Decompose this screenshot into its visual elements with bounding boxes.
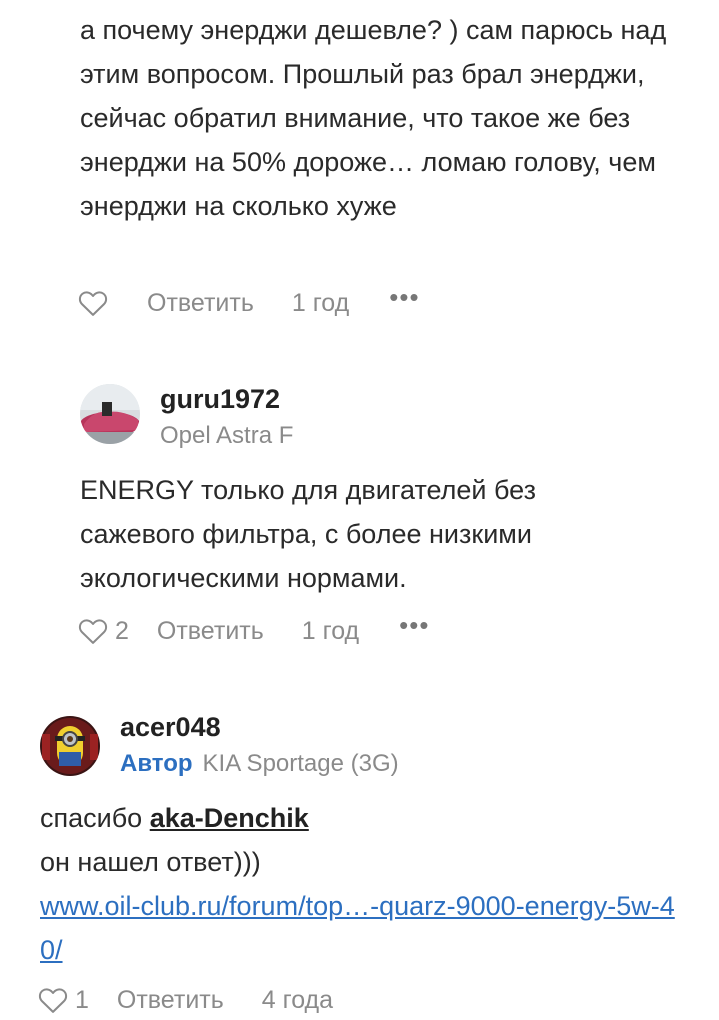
username[interactable]: guru1972 [160, 383, 293, 415]
avatar[interactable] [80, 384, 140, 444]
reply-button[interactable]: Ответить [147, 289, 254, 318]
comment-header: guru1972 Opel Astra F [80, 384, 293, 452]
heart-outline-icon [78, 291, 108, 316]
like-count: 1 [75, 985, 89, 1014]
more-dots-icon[interactable]: ••• [389, 284, 419, 310]
forum-link[interactable]: www.oil-club.ru/forum/top…-quarz-9000-en… [40, 891, 675, 965]
username[interactable]: acer048 [120, 711, 399, 743]
comment-meta: Автор KIA Sportage (3G) [120, 748, 399, 780]
like-button[interactable]: 1 [38, 986, 89, 1015]
comment-actions: Ответить 1 год ••• [78, 283, 420, 323]
user-mention-link[interactable]: aka-Denchik [150, 803, 309, 833]
comment-header: acer048 Автор KIA Sportage (3G) [40, 712, 399, 780]
reply-button[interactable]: Ответить [117, 986, 224, 1015]
comment-actions: 1 Ответить 4 года [38, 980, 333, 1020]
heart-outline-icon [78, 619, 108, 644]
author-badge: Автор [120, 750, 193, 777]
text-prefix: спасибо [40, 803, 143, 833]
reply-button[interactable]: Ответить [157, 617, 264, 646]
like-button[interactable] [78, 289, 108, 317]
comment-text: ENERGY только для двигателей без сажевог… [80, 475, 536, 593]
avatar-image [40, 716, 100, 776]
car-name[interactable]: KIA Sportage (3G) [203, 750, 399, 777]
text-line-1: спасибо aka-Denchik [40, 796, 690, 840]
text-line-2: он нашел ответ))) [40, 847, 261, 877]
avatar[interactable] [40, 716, 100, 776]
more-dots-icon[interactable]: ••• [399, 612, 429, 638]
avatar-image [80, 384, 140, 444]
car-name[interactable]: Opel Astra F [160, 420, 293, 452]
timestamp: 1 год [291, 288, 350, 317]
like-button[interactable]: 2 [78, 617, 129, 646]
timestamp: 4 года [261, 985, 334, 1014]
timestamp: 1 год [301, 616, 360, 645]
heart-outline-icon [38, 988, 68, 1013]
comment-actions: 2 Ответить 1 год ••• [78, 611, 429, 651]
comment-text: а почему энерджи дешевле? ) сам парюсь н… [80, 15, 667, 221]
like-count: 2 [115, 616, 129, 645]
comment-text: спасибо aka-Denchik он нашел ответ))) ww… [40, 796, 690, 972]
